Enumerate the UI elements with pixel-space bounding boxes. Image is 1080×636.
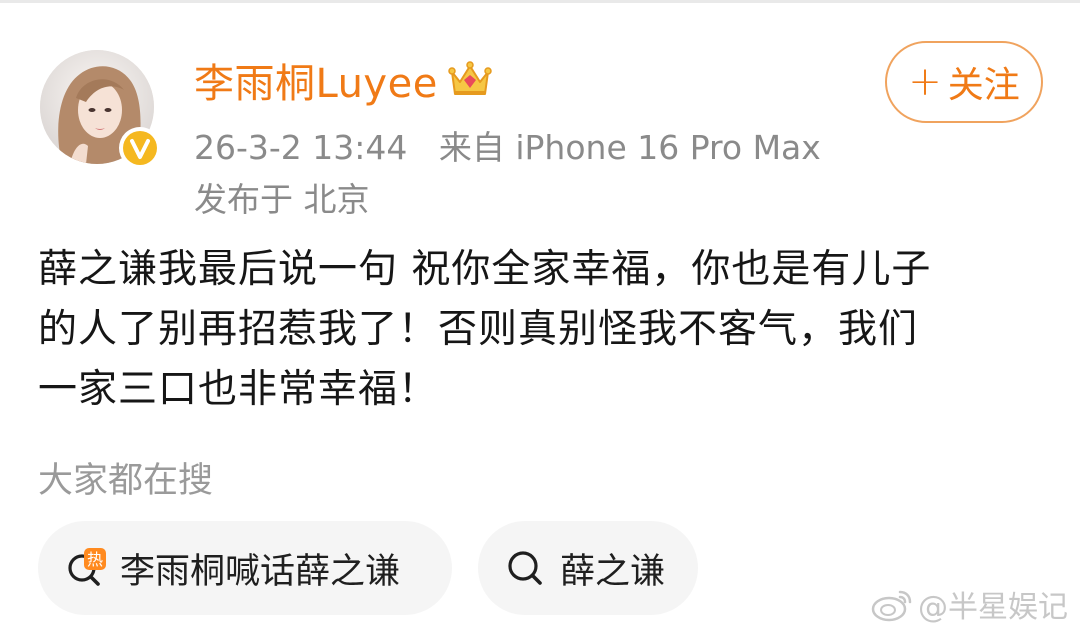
trending-chip-label: 薛之谦 — [560, 551, 666, 592]
crown-badge-icon[interactable] — [448, 60, 492, 100]
verified-badge-icon — [118, 126, 162, 170]
author-name[interactable]: 李雨桐Luyee — [194, 51, 438, 109]
hot-badge-text: 热 — [87, 550, 103, 569]
follow-button-label: 关注 — [947, 65, 1020, 106]
post-location: 发布于 北京 — [194, 180, 370, 219]
post-content-line: 薛之谦我最后说一句 祝你全家幸福，你也是有儿子 — [38, 247, 932, 292]
hot-search-icon: 热 — [62, 544, 110, 592]
watermark: @半星娱记 — [870, 582, 1068, 626]
search-icon — [502, 544, 550, 592]
post-meta-time: 26-3-2 13:44 来自 iPhone 16 Pro Max — [194, 121, 821, 169]
weibo-logo-icon — [871, 590, 912, 622]
post-content-line: 一家三口也非常幸福！ — [38, 367, 439, 412]
trending-chip-label: 李雨桐喊话薛之谦 — [120, 551, 401, 592]
post-content-line: 的人了别再招惹我了！否则真别怪我不客气，我们 — [38, 307, 919, 352]
trending-chip-hot[interactable]: 热 李雨桐喊话薛之谦 — [38, 521, 452, 615]
top-divider — [0, 0, 1080, 3]
watermark-text: @半星娱记 — [918, 590, 1068, 625]
post-source: 来自 iPhone 16 Pro Max — [438, 128, 821, 167]
post-time: 26-3-2 13:44 — [194, 128, 408, 167]
post-content: 薛之谦我最后说一句 祝你全家幸福，你也是有儿子 的人了别再招惹我了！否则真别怪我… — [38, 240, 1048, 420]
follow-button[interactable]: + 关注 — [885, 41, 1043, 123]
plus-icon: + — [908, 59, 942, 105]
author-name-row: 李雨桐Luyee — [194, 52, 492, 108]
trending-chip-search[interactable]: 薛之谦 — [478, 521, 698, 615]
trending-title: 大家都在搜 — [38, 461, 214, 501]
